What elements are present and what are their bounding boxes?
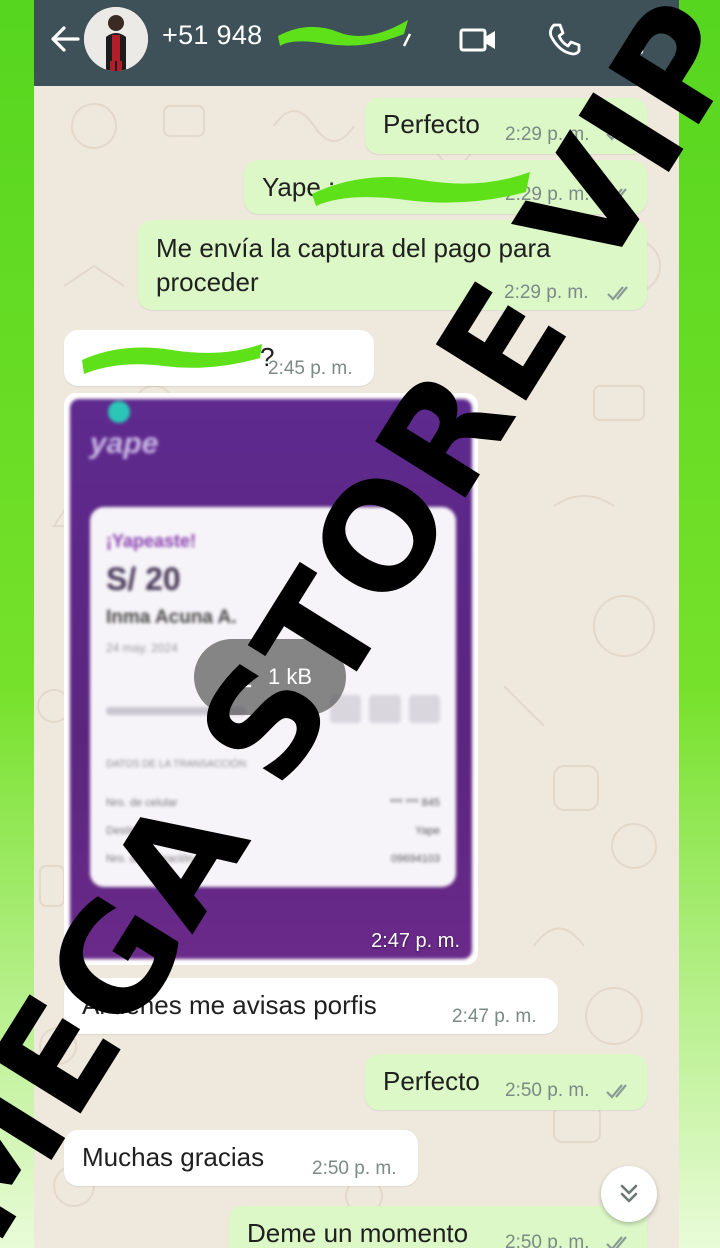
receipt-row-value: *** *** 845 (389, 797, 440, 809)
message-text: Muchas gracias (82, 1142, 265, 1172)
message-time: 2:45 p. m. (268, 358, 353, 379)
redaction-mark (278, 20, 412, 47)
receipt-recipient: Inma Acuna A. (106, 607, 237, 628)
redaction-mark (82, 344, 262, 374)
message-bubble-outgoing[interactable]: Me envía la captura del pago para proced… (138, 220, 647, 310)
receipt-heading: ¡Yapeaste! (106, 531, 197, 551)
avatar[interactable] (84, 7, 148, 71)
phone-icon[interactable] (544, 20, 584, 60)
message-text: proceder (156, 267, 259, 297)
download-icon (230, 665, 252, 688)
message-bubble-incoming[interactable]: Al tienes me avisas porfis 2:47 p. m. (64, 978, 558, 1034)
message-time: 2:50 p. m. (505, 1232, 590, 1248)
receipt-amount: S/ 20 (106, 561, 181, 597)
message-time: 2:29 p. m. (504, 282, 589, 303)
message-bubble-outgoing[interactable]: Yape : 2:29 p. m. (244, 160, 647, 214)
chat-screen: +51 948 Perfecto 2:29 p. m. Yape : 2:29 … (34, 0, 679, 1248)
brand-logo: yape (90, 427, 159, 460)
contact-name[interactable]: +51 948 (162, 20, 262, 51)
double-check-icon (606, 188, 627, 203)
message-time: 2:50 p. m. (505, 1080, 590, 1101)
scroll-to-bottom-button[interactable] (601, 1166, 657, 1222)
double-check-icon (607, 286, 628, 301)
message-time: 2:50 p. m. (312, 1158, 397, 1179)
message-text: Perfecto (383, 109, 480, 139)
double-chevron-down-icon (620, 1184, 638, 1203)
double-check-icon (606, 1236, 627, 1248)
receipt-row-value: 09694103 (391, 853, 440, 865)
receipt-section: DATOS DE LA TRANSACCIÓN (106, 759, 247, 770)
more-vertical-icon[interactable] (620, 20, 660, 60)
image-message[interactable]: yape ¡Yapeaste! S/ 20 Inma Acuna A. 24 m… (64, 393, 478, 965)
download-size: 1 kB (267, 664, 313, 689)
download-button[interactable]: 1 kB (194, 639, 346, 715)
message-time: 2:47 p. m. (371, 930, 460, 952)
redaction-mark (312, 172, 530, 206)
message-time: 2:29 p. m. (505, 124, 590, 145)
message-bubble-outgoing[interactable]: Perfecto 2:50 p. m. (365, 1054, 647, 1110)
message-bubble-outgoing[interactable]: Deme un momento 2:50 p. m. (229, 1206, 647, 1248)
receipt-row-label: Nro. de operación (106, 853, 194, 865)
receipt-row-label: Destino (106, 825, 144, 837)
message-text: Deme un momento (247, 1218, 469, 1248)
chat-header: +51 948 (34, 0, 679, 86)
message-time: 2:47 p. m. (452, 1006, 537, 1027)
double-check-icon (606, 1084, 627, 1099)
message-text: Me envía la captura del pago para (156, 233, 551, 263)
video-camera-icon[interactable] (458, 20, 498, 60)
message-bubble-outgoing[interactable]: Perfecto 2:29 p. m. (365, 98, 647, 154)
double-check-icon (606, 126, 627, 141)
receipt-date: 24 may. 2024 (106, 641, 178, 655)
message-text: Al tienes me avisas porfis (82, 990, 377, 1020)
message-bubble-incoming[interactable]: ? 2:45 p. m. (64, 330, 374, 386)
receipt-row-label: Nro. de celular (106, 797, 178, 809)
arrow-left-icon[interactable] (48, 22, 82, 56)
message-bubble-incoming[interactable]: Muchas gracias 2:50 p. m. (64, 1130, 418, 1186)
receipt-row-value: Yape (415, 825, 440, 837)
message-text: Perfecto (383, 1066, 480, 1096)
